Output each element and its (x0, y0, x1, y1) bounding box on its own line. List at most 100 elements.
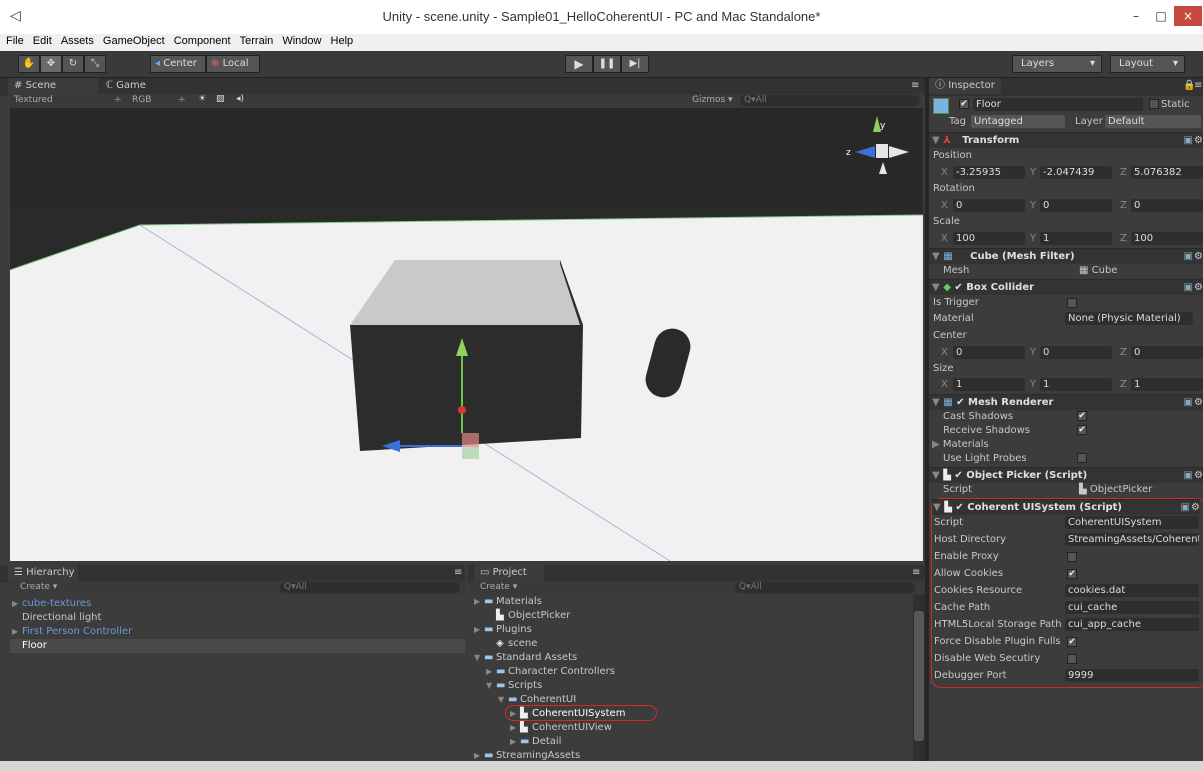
mesh-renderer-header[interactable]: ▼ ▦ ✔ Mesh Renderer ▣ ⚙ (929, 394, 1203, 410)
close-button[interactable]: × (1174, 6, 1202, 26)
expand-arrow-icon[interactable]: ▶ (510, 721, 520, 735)
tab-game[interactable]: ℂ Game (100, 78, 190, 94)
enabled-check-icon[interactable]: ✔ (954, 282, 962, 293)
scene-search-input[interactable]: Q▾All (740, 95, 920, 106)
layer-dropdown[interactable]: Default (1105, 115, 1201, 128)
help-icon[interactable]: ▣ (1181, 500, 1190, 515)
menu-assets[interactable]: Assets (61, 34, 94, 49)
panel-menu-icon[interactable]: ≡ (906, 565, 924, 581)
size-x-field[interactable]: 1 (953, 378, 1025, 391)
hierarchy-item[interactable]: Floor (10, 639, 465, 653)
help-icon[interactable]: ▣ (1184, 249, 1193, 264)
step-button[interactable]: ▶| (621, 55, 649, 73)
cui-header[interactable]: ▼ ▙ ✔ Coherent UISystem (Script) ▣ ⚙ (932, 499, 1200, 515)
hierarchy-item[interactable]: ▶ cube-textures (10, 597, 465, 611)
size-z-field[interactable]: 1 (1131, 378, 1203, 391)
lighting-toggle-icon[interactable]: ☀ (198, 94, 206, 104)
panel-menu-icon[interactable]: ≡ (905, 78, 923, 94)
minimize-button[interactable]: – (1125, 6, 1147, 26)
pivot-local-button[interactable]: ⊕ Local (206, 55, 260, 73)
cui-property-checkbox[interactable] (1067, 552, 1077, 562)
menu-file[interactable]: File (6, 34, 24, 49)
expand-arrow-icon[interactable]: ▼ (474, 651, 484, 665)
panel-menu-icon[interactable]: ≡ (448, 565, 466, 581)
rot-z-field[interactable]: 0 (1131, 199, 1203, 212)
expand-arrow-icon[interactable]: ▶ (12, 625, 22, 639)
cui-property-checkbox[interactable]: ✔ (1067, 569, 1077, 579)
audio-toggle-icon[interactable]: ◂) (236, 94, 244, 104)
rot-y-field[interactable]: 0 (1040, 199, 1112, 212)
project-item[interactable]: ◈ scene (470, 637, 910, 651)
mesh-value[interactable]: ▦ Cube (1079, 265, 1117, 276)
expand-arrow-icon[interactable]: ▼ (486, 679, 496, 693)
pos-y-field[interactable]: -2.047439 (1040, 166, 1112, 179)
expand-arrow-icon[interactable]: ▶ (486, 665, 496, 679)
cui-property-field[interactable]: 9999 (1065, 669, 1199, 682)
menu-window[interactable]: Window (282, 34, 321, 49)
rotate-tool-icon[interactable]: ↻ (62, 55, 84, 73)
gear-icon[interactable]: ⚙ (1194, 395, 1203, 410)
maximize-button[interactable]: □ (1150, 6, 1172, 26)
scale-x-field[interactable]: 100 (953, 232, 1025, 245)
move-tool-icon[interactable]: ✥ (40, 55, 62, 73)
image-toggle-icon[interactable]: ▨ (216, 94, 225, 104)
tab-scene[interactable]: # Scene (8, 78, 98, 94)
cui-property-field[interactable]: cookies.dat (1065, 584, 1199, 597)
panel-menu-icon[interactable]: ≡ (1188, 78, 1202, 94)
pivot-center-button[interactable]: ◂ Center (150, 55, 206, 73)
cui-property-field[interactable]: CoherentUISystem (1065, 516, 1199, 529)
receive-shadows-checkbox[interactable]: ✔ (1077, 425, 1087, 435)
hierarchy-create-button[interactable]: Create ▾ (20, 582, 57, 592)
cast-shadows-checkbox[interactable]: ✔ (1077, 411, 1087, 421)
expand-arrow-icon[interactable]: ▶ (474, 595, 484, 609)
is-trigger-checkbox[interactable] (1067, 298, 1077, 308)
expand-arrow-icon[interactable]: ▶ (12, 597, 22, 611)
box-collider-header[interactable]: ▼ ◆ ✔ Box Collider ▣ ⚙ (929, 279, 1203, 295)
mesh-filter-header[interactable]: ▼ ▦ Cube (Mesh Filter) ▣ ⚙ (929, 248, 1203, 264)
pos-x-field[interactable]: -3.25935 (953, 166, 1025, 179)
tab-hierarchy[interactable]: ☰ Hierarchy (8, 565, 78, 581)
project-search-input[interactable]: Q▾All (735, 582, 915, 593)
project-item[interactable]: ▼ ▬ Standard Assets (470, 651, 910, 665)
color-mode-dropdown[interactable]: RGB (132, 95, 151, 105)
enabled-check-icon[interactable]: ✔ (954, 470, 962, 481)
object-picker-header[interactable]: ▼ ▙ ✔ Object Picker (Script) ▣ ⚙ (929, 467, 1203, 483)
tag-dropdown[interactable]: Untagged (971, 115, 1065, 128)
cui-property-field[interactable]: StreamingAssets/CoherentU (1065, 533, 1199, 546)
project-item[interactable]: ▶ ▬ Detail (470, 735, 910, 749)
expand-arrow-icon[interactable]: ▶ (474, 623, 484, 637)
project-item[interactable]: ▶ ▬ Character Controllers (470, 665, 910, 679)
cui-property-field[interactable]: cui_cache (1065, 601, 1199, 614)
gizmos-dropdown[interactable]: Gizmos ▾ (692, 95, 733, 105)
enabled-check-icon[interactable]: ✔ (956, 397, 964, 408)
menu-terrain[interactable]: Terrain (240, 34, 274, 49)
center-z-field[interactable]: 0 (1131, 346, 1203, 359)
help-icon[interactable]: ▣ (1184, 280, 1193, 295)
cui-property-checkbox[interactable]: ✔ (1067, 637, 1077, 647)
tab-project[interactable]: ▭ Project (474, 565, 544, 581)
active-checkbox[interactable]: ✔ (959, 99, 969, 109)
hierarchy-item[interactable]: ▶ First Person Controller (10, 625, 465, 639)
pos-z-field[interactable]: 5.076382 (1131, 166, 1203, 179)
material-field[interactable]: None (Physic Material) (1065, 312, 1193, 325)
materials-foldout[interactable]: ▶ Materials (932, 439, 989, 450)
tab-inspector[interactable]: ⓘ Inspector (929, 78, 1001, 94)
gear-icon[interactable]: ⚙ (1194, 280, 1203, 295)
rot-x-field[interactable]: 0 (953, 199, 1025, 212)
project-scrollbar[interactable] (913, 595, 925, 761)
project-item[interactable]: ▼ ▬ Scripts (470, 679, 910, 693)
expand-arrow-icon[interactable]: ▶ (510, 735, 520, 749)
help-icon[interactable]: ▣ (1184, 468, 1193, 483)
gear-icon[interactable]: ⚙ (1194, 468, 1203, 483)
scale-y-field[interactable]: 1 (1040, 232, 1112, 245)
hierarchy-item[interactable]: Directional light (10, 611, 465, 625)
expand-arrow-icon[interactable]: ▼ (498, 693, 508, 707)
layers-dropdown[interactable]: Layers ▾ (1012, 55, 1102, 73)
scale-z-field[interactable]: 100 (1131, 232, 1203, 245)
size-y-field[interactable]: 1 (1040, 378, 1112, 391)
project-item[interactable]: ▶ ▬ Plugins (470, 623, 910, 637)
pause-button[interactable]: ❚❚ (593, 55, 621, 73)
play-button[interactable]: ▶ (565, 55, 593, 73)
gear-icon[interactable]: ⚙ (1191, 500, 1200, 515)
menu-component[interactable]: Component (174, 34, 231, 49)
